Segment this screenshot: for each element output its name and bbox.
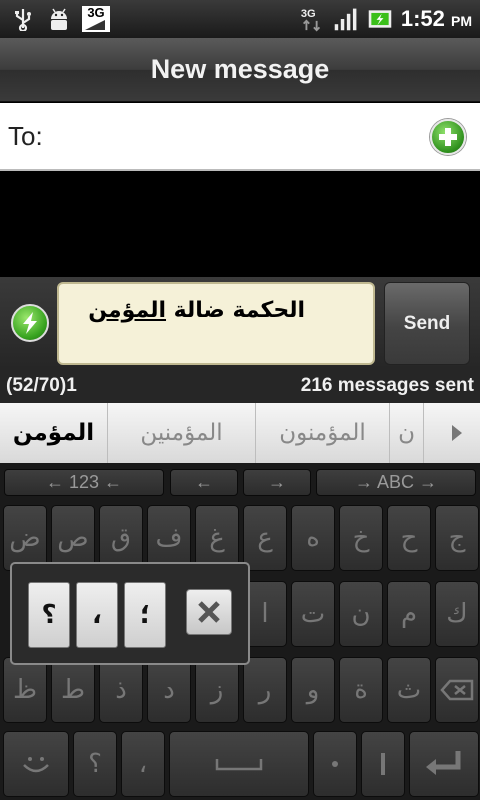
- keyboard-nav-row: ← 123 ← ← → → ABC →: [0, 463, 480, 501]
- key[interactable]: ج: [435, 505, 479, 571]
- key[interactable]: ط: [51, 657, 95, 723]
- add-contact-button[interactable]: [430, 119, 466, 155]
- popup-key-question[interactable]: ؟: [28, 582, 70, 648]
- key[interactable]: و: [291, 657, 335, 723]
- message-counter-row: (52/70)1 216 messages sent: [0, 369, 480, 403]
- messages-sent-count: 216 messages sent: [300, 375, 474, 396]
- composing-word: المؤمن: [88, 298, 167, 323]
- 3g-transfer-icon: 3G: [299, 6, 325, 32]
- recipient-field[interactable]: To:: [0, 103, 480, 171]
- numbers-key[interactable]: ← 123 ←: [4, 469, 164, 496]
- send-button[interactable]: Send: [384, 282, 470, 365]
- period-key[interactable]: [313, 731, 357, 797]
- alphabet-key[interactable]: → ABC →: [316, 469, 476, 496]
- enter-key[interactable]: [409, 731, 479, 797]
- message-text: الحكمة ضالة المؤمن: [88, 298, 305, 323]
- suggestion-item[interactable]: ن: [390, 403, 424, 463]
- suggestion-item[interactable]: المؤمنون: [256, 403, 390, 463]
- key[interactable]: ك: [435, 581, 479, 647]
- key[interactable]: ت: [291, 581, 335, 647]
- key[interactable]: ة: [339, 657, 383, 723]
- svg-text:3G: 3G: [301, 8, 316, 20]
- page-title: New message: [0, 38, 480, 102]
- signal-strength-icon: [333, 6, 359, 32]
- question-mark-key[interactable]: ؟: [73, 731, 117, 797]
- message-input[interactable]: الحكمة ضالة المؤمن: [57, 282, 375, 365]
- suggestion-item[interactable]: المؤمنين: [108, 403, 256, 463]
- cursor-left-key[interactable]: ←: [170, 469, 238, 496]
- close-popup-icon[interactable]: [186, 589, 232, 635]
- compose-bar: الحكمة ضالة المؤمن Send: [0, 277, 480, 369]
- key[interactable]: ز: [195, 657, 239, 723]
- attach-button[interactable]: [11, 304, 49, 342]
- key[interactable]: خ: [339, 505, 383, 571]
- status-bar: 3G 3G 1:52 PM: [0, 0, 480, 38]
- key[interactable]: م: [387, 581, 431, 647]
- key[interactable]: ع: [243, 505, 287, 571]
- android-debug-icon: [46, 6, 72, 32]
- status-time: 1:52 PM: [400, 6, 472, 31]
- popup-key-comma[interactable]: ،: [76, 582, 118, 648]
- backspace-key[interactable]: [435, 657, 479, 723]
- cursor-right-key[interactable]: →: [243, 469, 311, 496]
- key[interactable]: ه: [291, 505, 335, 571]
- suggestion-strip: المؤمن المؤمنين المؤمنون ن: [0, 403, 480, 463]
- popup-key-semicolon[interactable]: ؛: [124, 582, 166, 648]
- space-key[interactable]: [169, 731, 309, 797]
- character-counter: (52/70)1: [6, 375, 77, 396]
- usb-icon: [10, 6, 36, 32]
- key[interactable]: ذ: [99, 657, 143, 723]
- battery-charging-icon: [367, 6, 393, 32]
- key[interactable]: ظ: [3, 657, 47, 723]
- 3g-data-icon: 3G: [82, 6, 110, 32]
- key[interactable]: ث: [387, 657, 431, 723]
- key[interactable]: ح: [387, 505, 431, 571]
- more-suggestions-icon[interactable]: [434, 403, 480, 463]
- key[interactable]: د: [147, 657, 191, 723]
- key[interactable]: ر: [243, 657, 287, 723]
- recipient-label: To:: [8, 120, 43, 151]
- key[interactable]: ن: [339, 581, 383, 647]
- emoji-key[interactable]: [3, 731, 69, 797]
- suggestion-item[interactable]: المؤمن: [0, 403, 108, 463]
- key[interactable]: [361, 731, 405, 797]
- comma-key[interactable]: ،: [121, 731, 165, 797]
- punctuation-popup: ؟ ، ؛: [10, 562, 250, 665]
